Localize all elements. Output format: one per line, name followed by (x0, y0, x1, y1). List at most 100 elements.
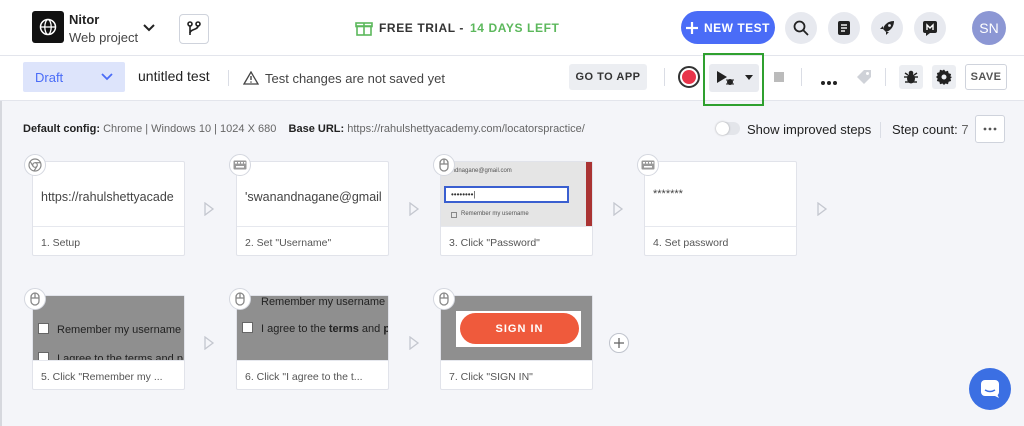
trial-label: FREE TRIAL - (379, 21, 464, 35)
new-test-label: NEW TEST (704, 20, 770, 35)
checkbox-preview (242, 322, 253, 333)
checkbox-preview (451, 212, 457, 218)
step-thumb-text-2: I agree to the terms and p (57, 353, 183, 361)
tag-icon[interactable] (856, 69, 872, 90)
step-count-value: 7 (961, 122, 969, 137)
chevron-down-icon (101, 70, 113, 85)
base-url-value[interactable]: https://rahulshettyacademy.com/locatorsp… (347, 123, 585, 135)
step-card-4[interactable]: ******* 4. Set password (644, 161, 797, 256)
add-step-button[interactable] (609, 333, 629, 353)
step-thumb-text: Remember my username (57, 324, 182, 336)
signin-button-preview: SIGN IN (460, 313, 579, 344)
status-select-value: Draft (35, 69, 64, 85)
project-type[interactable]: Web project (69, 30, 138, 45)
save-button[interactable]: SAVE (965, 64, 1007, 90)
trial-banner: FREE TRIAL - 14 DAYS LEFT (355, 20, 559, 36)
improved-steps-label[interactable]: Show improved steps (747, 122, 871, 137)
mouse-icon (433, 154, 455, 176)
search-icon[interactable] (785, 12, 817, 44)
step-card-2[interactable]: 'swanandnagane@gmail 2. Set "Username" (236, 161, 389, 256)
step-thumbnail: Remember my username I agree to the term… (33, 296, 184, 361)
improved-steps-toggle[interactable] (716, 122, 740, 135)
step-thumbnail: https://rahulshettyacade (33, 162, 184, 227)
step-card-7[interactable]: SIGN IN 7. Click "SIGN IN" (440, 295, 593, 390)
step-count: Step count: 7 (892, 122, 969, 137)
step-caption: 7. Click "SIGN IN" (449, 371, 533, 383)
edge-strip (586, 162, 592, 226)
divider (801, 68, 802, 86)
step-thumbnail: nandnagane@gmail.com ••••••••| Remember … (441, 162, 592, 227)
next-step-arrow-icon (408, 201, 420, 217)
status-select[interactable]: Draft (23, 62, 125, 92)
record-icon (682, 70, 696, 84)
step-count-label: Step count: (892, 122, 958, 137)
gift-icon (355, 22, 373, 36)
next-step-arrow-icon (203, 335, 215, 351)
step-caption: 3. Click "Password" (449, 237, 540, 249)
next-step-arrow-icon (816, 201, 828, 217)
step-caption: 2. Set "Username" (245, 237, 332, 249)
keyboard-icon (637, 154, 659, 176)
step-thumb-text-2: Remember my username (461, 211, 529, 217)
step-card-6[interactable]: Remember my username I agree to the term… (236, 295, 389, 390)
chevron-down-icon[interactable] (143, 20, 155, 38)
document-icon[interactable] (828, 12, 860, 44)
steps-more-button[interactable] (975, 115, 1005, 143)
messages-icon[interactable] (914, 12, 946, 44)
bug-icon[interactable] (899, 65, 923, 89)
config-info: Default config: Chrome | Windows 10 | 10… (23, 123, 585, 135)
step-thumb-text: nandnagane@gmail.com (445, 168, 512, 174)
default-config-value[interactable]: Chrome | Windows 10 | 1024 X 680 (103, 123, 276, 135)
step-thumbnail: 'swanandnagane@gmail (237, 162, 388, 227)
default-config-label: Default config: (23, 123, 100, 135)
keyboard-icon (229, 154, 251, 176)
step-caption: 5. Click "Remember my ... (41, 371, 163, 383)
rocket-icon[interactable] (871, 12, 903, 44)
new-test-button[interactable]: NEW TEST (681, 11, 775, 44)
step-caption: 6. Click "I agree to the t... (245, 371, 363, 383)
step-caption: 4. Set password (653, 237, 729, 249)
branch-icon (187, 21, 201, 35)
step-card-5[interactable]: Remember my username I agree to the term… (32, 295, 185, 390)
checkbox-preview (38, 323, 49, 334)
plus-icon (686, 21, 698, 34)
mouse-icon (229, 288, 251, 310)
step-caption: 1. Setup (41, 237, 81, 249)
record-button[interactable] (678, 66, 700, 88)
project-name[interactable]: Nitor (69, 12, 99, 27)
divider (664, 68, 665, 86)
next-step-arrow-icon (203, 201, 215, 217)
branch-button[interactable] (179, 14, 209, 44)
mouse-icon (24, 288, 46, 310)
divider (885, 68, 886, 86)
toggle-knob (716, 122, 729, 135)
next-step-arrow-icon (612, 201, 624, 217)
go-to-app-button[interactable]: GO TO APP (569, 64, 647, 90)
checkbox-preview (38, 352, 49, 360)
warning-icon (243, 71, 259, 85)
trial-days: 14 DAYS LEFT (469, 21, 560, 35)
stop-icon[interactable] (774, 72, 784, 82)
password-field-preview: ••••••••| (444, 186, 569, 203)
chrome-icon (24, 154, 46, 176)
settings-gear-icon[interactable] (932, 65, 956, 89)
avatar[interactable]: SN (972, 11, 1006, 45)
mouse-icon (433, 288, 455, 310)
step-thumbnail: Remember my username I agree to the term… (237, 296, 388, 361)
divider (880, 122, 881, 138)
unsaved-warning-text: Test changes are not saved yet (265, 70, 445, 86)
top-bar: Nitor Web project FREE TRIAL - 14 DAYS L… (0, 0, 1024, 56)
step-thumb-text-2: I agree to the terms and p (261, 323, 388, 335)
test-name[interactable]: untitled test (138, 68, 210, 84)
step-card-1[interactable]: https://rahulshettyacade 1. Setup (32, 161, 185, 256)
globe-icon[interactable] (32, 11, 64, 43)
chat-support-button[interactable] (969, 368, 1011, 410)
more-options-icon (983, 127, 997, 131)
step-card-3[interactable]: nandnagane@gmail.com ••••••••| Remember … (440, 161, 593, 256)
step-thumbnail: SIGN IN (441, 296, 592, 361)
more-options-icon[interactable] (820, 73, 838, 91)
step-thumb-text: ******* (653, 188, 683, 200)
step-thumbnail: ******* (645, 162, 796, 227)
chat-icon (981, 380, 999, 398)
highlight-box (703, 53, 764, 106)
